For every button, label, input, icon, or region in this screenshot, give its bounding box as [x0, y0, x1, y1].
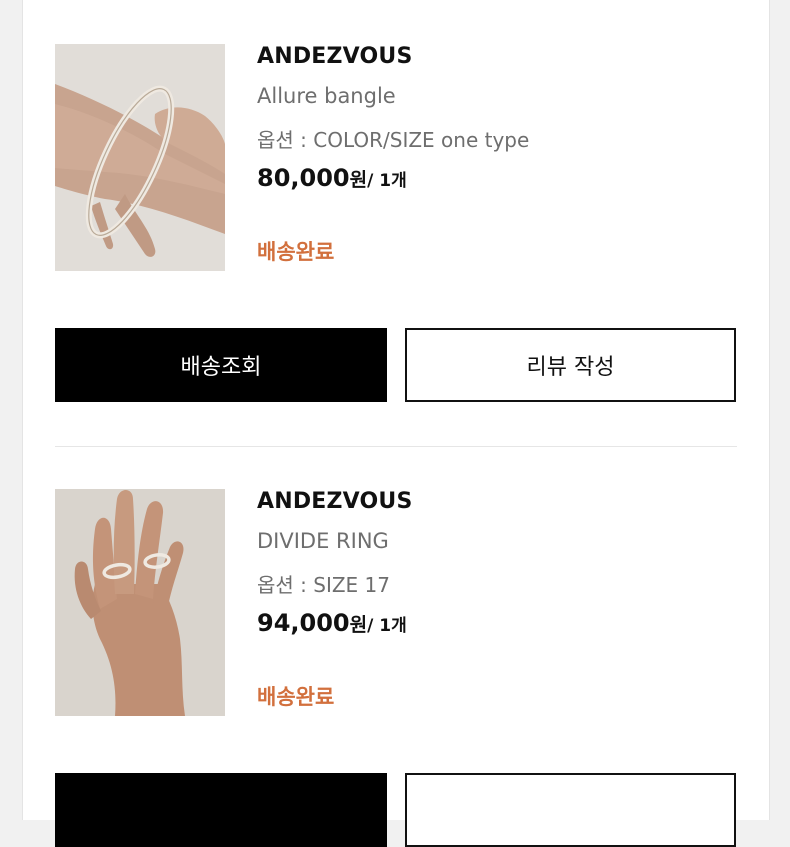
track-delivery-button[interactable] — [55, 773, 387, 847]
track-delivery-button[interactable]: 배송조회 — [55, 328, 387, 402]
write-review-button[interactable]: 리뷰 작성 — [405, 328, 736, 402]
product-name[interactable]: DIVIDE RING — [257, 529, 389, 553]
bangle-photo — [55, 44, 225, 271]
item-divider — [55, 446, 737, 447]
delivery-status: 배송완료 — [257, 240, 335, 264]
quantity-label: / 1개 — [367, 616, 407, 636]
brand-name[interactable]: ANDEZVOUS — [257, 489, 413, 514]
price-line: 94,000원/ 1개 — [257, 609, 407, 637]
product-option: 옵션 : SIZE 17 — [257, 573, 390, 597]
currency-label: 원 — [349, 614, 368, 636]
quantity-label: / 1개 — [367, 171, 407, 191]
product-name[interactable]: Allure bangle — [257, 84, 396, 108]
ring-photo — [55, 489, 225, 716]
price-value: 80,000 — [257, 164, 350, 192]
brand-name[interactable]: ANDEZVOUS — [257, 44, 413, 69]
product-option: 옵션 : COLOR/SIZE one type — [257, 128, 530, 152]
write-review-button[interactable] — [405, 773, 736, 847]
product-thumbnail[interactable] — [55, 44, 225, 271]
price-value: 94,000 — [257, 609, 350, 637]
product-thumbnail[interactable] — [55, 489, 225, 716]
currency-label: 원 — [349, 169, 368, 191]
delivery-status: 배송완료 — [257, 685, 335, 709]
price-line: 80,000원/ 1개 — [257, 164, 407, 192]
